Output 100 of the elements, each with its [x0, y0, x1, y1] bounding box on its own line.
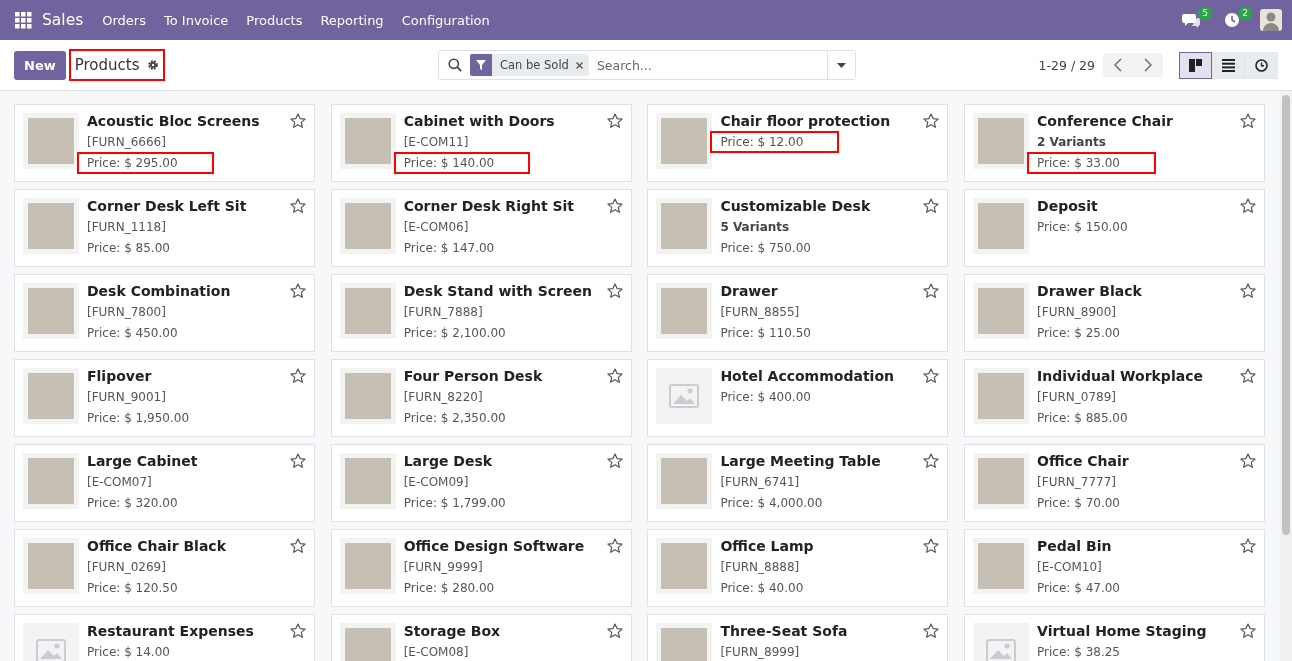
view-switch-button[interactable] [1179, 51, 1212, 79]
favorite-star-button[interactable] [290, 453, 306, 469]
product-reference: [FURN_7888] [403, 304, 484, 321]
menu-item[interactable]: Products [237, 12, 312, 28]
favorite-star-button[interactable] [923, 623, 940, 639]
star-icon [1240, 283, 1257, 299]
search-field[interactable]: Can be Sold Search... [438, 50, 856, 80]
favorite-star-button[interactable] [1240, 538, 1257, 554]
favorite-star-button[interactable] [606, 283, 623, 299]
favorite-star-button[interactable] [1240, 623, 1257, 639]
product-card[interactable]: Office Design Software [FURN_9999] Price: $ 280.00 [330, 529, 632, 607]
product-card[interactable]: Restaurant Expenses Price: $ 14.00 [14, 614, 315, 661]
kanban-icon [1189, 58, 1202, 72]
star-icon [290, 198, 306, 214]
product-name: Drawer Black [1037, 282, 1142, 300]
product-card[interactable]: Pedal Bin [E-COM10] Price: $ 47.00 [964, 529, 1266, 607]
favorite-star-button[interactable] [923, 113, 940, 129]
product-card[interactable]: Four Person Desk [FURN_8220] Price: $ 2,350.00 [330, 359, 632, 437]
product-card[interactable]: Desk Stand with Screen [FURN_7888] Price: $ 2,100.00 [330, 274, 632, 352]
favorite-star-button[interactable] [606, 368, 623, 384]
favorite-star-button[interactable] [606, 198, 623, 214]
favorite-star-button[interactable] [923, 198, 940, 214]
user-avatar[interactable] [1260, 9, 1282, 31]
product-name: Chair floor protection [720, 112, 891, 130]
product-name: Office Lamp [720, 537, 814, 555]
favorite-star-button[interactable] [290, 198, 306, 214]
product-card[interactable]: Storage Box [E-COM08] [330, 614, 632, 661]
favorite-star-button[interactable] [606, 538, 623, 554]
favorite-star-button[interactable] [923, 538, 940, 554]
favorite-star-button[interactable] [923, 453, 940, 469]
product-card[interactable]: Acoustic Bloc Screens [FURN_6666] Price: $ 295.00 [14, 104, 315, 182]
product-card[interactable]: Office Lamp [FURN_8888] Price: $ 40.00 [647, 529, 949, 607]
product-reference: [E-COM06] [403, 219, 470, 236]
product-price: Price: $ 85.00 [87, 240, 171, 257]
product-card[interactable]: Customizable Desk 5 Variants Price: $ 750.00 [647, 189, 949, 267]
favorite-star-button[interactable] [1240, 283, 1257, 299]
product-price: Price: $ 47.00 [1037, 580, 1120, 597]
close-icon [575, 61, 583, 69]
product-card[interactable]: Virtual Home Staging Price: $ 38.25 [964, 614, 1266, 661]
breadcrumb-title: Products [74, 56, 140, 74]
photo-placeholder [978, 203, 1025, 249]
favorite-star-button[interactable] [606, 623, 623, 639]
favorite-star-button[interactable] [1240, 113, 1257, 129]
product-name: Large Desk [403, 452, 494, 470]
app-name-link[interactable]: Sales [40, 11, 94, 29]
product-card[interactable]: Corner Desk Right Sit [E-COM06] Price: $ 147.00 [330, 189, 632, 267]
scrollbar[interactable] [1280, 91, 1292, 661]
product-card[interactable]: Deposit Price: $ 150.00 [964, 189, 1266, 267]
chat-icon [1182, 12, 1200, 28]
photo-placeholder [28, 288, 74, 334]
product-card[interactable]: Drawer [FURN_8855] Price: $ 110.50 [647, 274, 949, 352]
menu-item[interactable]: Reporting [311, 12, 393, 28]
product-reference: [E-COM10] [1037, 559, 1103, 576]
favorite-star-button[interactable] [290, 113, 306, 129]
product-reference: [FURN_1118] [87, 219, 167, 236]
favorite-star-button[interactable] [923, 283, 940, 299]
product-card[interactable]: Individual Workplace [FURN_0789] Price: $ 885.00 [964, 359, 1266, 437]
menu-item[interactable]: To Invoice [155, 12, 238, 28]
favorite-star-button[interactable] [606, 453, 623, 469]
favorite-star-button[interactable] [923, 368, 940, 384]
star-icon [290, 538, 306, 554]
product-card[interactable]: Three-Seat Sofa [FURN_8999] [647, 614, 949, 661]
product-price: Price: $ 4,000.00 [720, 495, 824, 512]
favorite-star-button[interactable] [1240, 198, 1257, 214]
product-card[interactable]: Large Desk [E-COM09] Price: $ 1,799.00 [330, 444, 632, 522]
product-card[interactable]: Hotel Accommodation Price: $ 400.00 [647, 359, 949, 437]
product-card[interactable]: Cabinet with Doors [E-COM11] Price: $ 140.00 [330, 104, 632, 182]
favorite-star-button[interactable] [290, 538, 306, 554]
new-button[interactable]: New [14, 50, 66, 80]
star-icon [606, 538, 623, 554]
product-card[interactable]: Corner Desk Left Sit [FURN_1118] Price: $ 85.00 [14, 189, 315, 267]
product-card[interactable]: Flipover [FURN_9001] Price: $ 1,950.00 [14, 359, 315, 437]
product-card[interactable]: Conference Chair 2 Variants Price: $ 33.00 [964, 104, 1266, 182]
product-card[interactable]: Office Chair [FURN_7777] Price: $ 70.00 [964, 444, 1266, 522]
product-card[interactable]: Large Cabinet [E-COM07] Price: $ 320.00 [14, 444, 315, 522]
favorite-star-button[interactable] [606, 113, 623, 129]
star-icon [290, 283, 306, 299]
product-card[interactable]: Desk Combination [FURN_7800] Price: $ 450.00 [14, 274, 315, 352]
facet-label: Can be Sold [499, 58, 570, 72]
product-card[interactable]: Chair floor protection Price: $ 12.00 [647, 104, 949, 182]
favorite-star-button[interactable] [1240, 453, 1257, 469]
photo-placeholder [661, 203, 708, 249]
product-name: Individual Workplace [1037, 367, 1203, 385]
pager-value: 1-29 / 29 [1038, 57, 1095, 73]
product-name: Drawer [720, 282, 779, 300]
product-card[interactable]: Large Meeting Table [FURN_6741] Price: $ 4,000.00 [647, 444, 949, 522]
product-name: Pedal Bin [1037, 537, 1113, 555]
chevron-left-icon [1114, 58, 1122, 72]
settings-button[interactable] [146, 59, 159, 71]
product-card[interactable]: Drawer Black [FURN_8900] Price: $ 25.00 [964, 274, 1266, 352]
favorite-star-button[interactable] [1240, 368, 1257, 384]
favorite-star-button[interactable] [290, 368, 306, 384]
favorite-star-button[interactable] [290, 283, 306, 299]
menu-item[interactable]: Orders [93, 12, 155, 28]
product-card[interactable]: Office Chair Black [FURN_0269] Price: $ 120.50 [14, 529, 315, 607]
product-price: Price: $ 450.00 [87, 325, 179, 342]
product-name: Corner Desk Right Sit [403, 197, 575, 215]
search-options-toggle[interactable] [827, 51, 855, 79]
favorite-star-button[interactable] [290, 623, 306, 639]
menu-item[interactable]: Configuration [392, 12, 499, 28]
